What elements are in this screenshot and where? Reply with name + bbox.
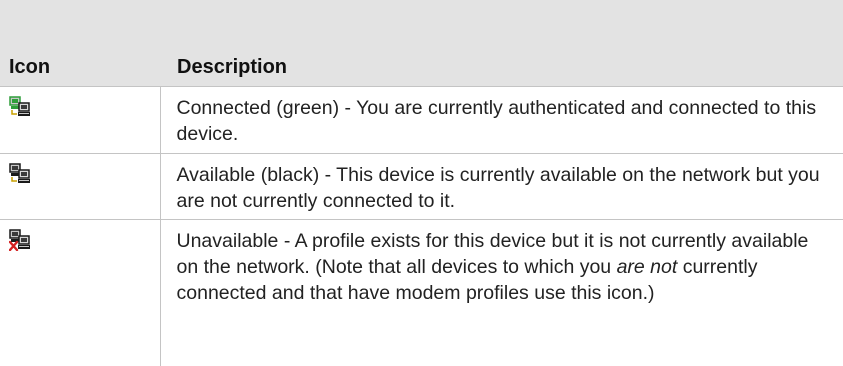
description-cell: Available (black) - This device is curre… bbox=[160, 152, 843, 219]
description-cell: Connected (green) - You are currently au… bbox=[160, 85, 843, 153]
unavailable-device-icon bbox=[9, 228, 30, 251]
icon-cell bbox=[0, 85, 161, 153]
available-device-icon bbox=[9, 162, 30, 183]
icon-cell bbox=[0, 218, 161, 366]
table-row: Connected (green) - You are currently au… bbox=[0, 85, 843, 153]
icon-cell bbox=[0, 152, 161, 219]
table-row: Available (black) - This device is curre… bbox=[0, 152, 843, 219]
connected-device-icon bbox=[9, 95, 30, 116]
icon-description-table: Icon Description Connected (green) - You… bbox=[0, 0, 843, 366]
column-header-description: Description bbox=[160, 0, 843, 86]
column-header-icon: Icon bbox=[0, 0, 160, 86]
header-row: Icon Description bbox=[0, 0, 843, 86]
emphasis-text: are not bbox=[616, 255, 678, 278]
description-cell: Unavailable - A profile exists for this … bbox=[160, 218, 843, 366]
table-row: Unavailable - A profile exists for this … bbox=[0, 218, 843, 366]
